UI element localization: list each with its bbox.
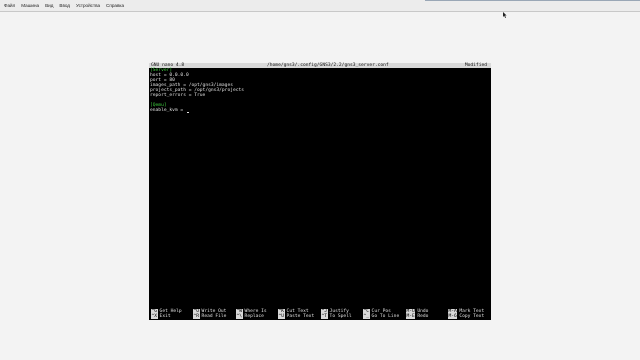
menu-file[interactable]: Файл bbox=[0, 0, 18, 11]
shortcut-redo[interactable]: M-E Redo bbox=[406, 314, 428, 319]
menu-input[interactable]: Ввод bbox=[56, 0, 73, 11]
nano-editor-area[interactable]: [Server] host = 0.0.0.0 port = 80 images… bbox=[149, 68, 491, 113]
shortcut-label: Read File bbox=[201, 314, 227, 319]
nano-terminal[interactable]: GNU nano 4.8 /home/gns3/.config/GNS3/2.2… bbox=[149, 63, 491, 320]
file-line-text: enable_kvm = bbox=[150, 108, 186, 113]
shortcut-to-spell[interactable]: ^T To Spell bbox=[321, 314, 352, 319]
shortcut-paste-text[interactable]: ^U Paste Text bbox=[278, 314, 314, 319]
shortcut-replace[interactable]: ^\ Replace bbox=[236, 314, 264, 319]
menu-help[interactable]: Справка bbox=[103, 0, 127, 11]
menu-devices[interactable]: Устройства bbox=[73, 0, 103, 11]
menu-view[interactable]: Вид bbox=[42, 0, 56, 11]
shortcut-label: To Spell bbox=[329, 314, 352, 319]
shortcut-label: Exit bbox=[159, 314, 171, 319]
shortcut-key: M-6 bbox=[448, 314, 458, 319]
shortcut-label: Go To Line bbox=[371, 314, 400, 319]
window-top-strip bbox=[425, 0, 640, 1]
shortcut-exit[interactable]: ^X Exit bbox=[151, 314, 171, 319]
shortcut-label: Copy Text bbox=[459, 314, 485, 319]
shortcut-read-file[interactable]: ^R Read File bbox=[193, 314, 226, 319]
mouse-pointer-icon bbox=[503, 12, 507, 18]
vm-menubar: Файл Машина Вид Ввод Устройства Справка bbox=[0, 0, 640, 12]
file-line-current[interactable]: enable_kvm = bbox=[149, 108, 491, 113]
shortcut-copy-text[interactable]: M-6 Copy Text bbox=[448, 314, 484, 319]
nano-shortcut-bar: ^G Get Help ^O Write Out ^W Where Is ^K Cut … bbox=[149, 309, 491, 319]
text-cursor bbox=[186, 112, 189, 113]
shortcut-label: Replace bbox=[244, 314, 264, 319]
shortcut-key: M-E bbox=[406, 314, 416, 319]
shortcut-label: Redo bbox=[417, 314, 429, 319]
shortcut-label: Paste Text bbox=[286, 314, 315, 319]
shortcut-go-to-line[interactable]: ^_ Go To Line bbox=[363, 314, 399, 319]
menu-machine[interactable]: Машина bbox=[18, 0, 42, 11]
